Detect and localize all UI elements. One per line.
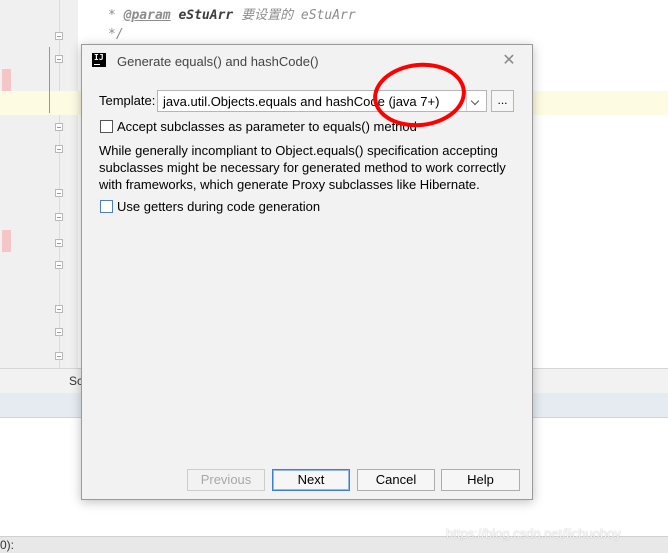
watermark: https://blog.csdn.net/lichuoboy <box>446 526 621 541</box>
accept-subclasses-label[interactable]: Accept subclasses as parameter to equals… <box>117 119 417 134</box>
javadoc-tag: @param <box>123 8 171 23</box>
fold-marker[interactable] <box>55 239 63 247</box>
cancel-button[interactable]: Cancel <box>357 469 435 491</box>
generate-equals-dialog: IJ Generate equals() and hashCode() ✕ Te… <box>81 44 533 500</box>
editor-gutter <box>0 0 78 368</box>
accept-subclasses-checkbox[interactable] <box>100 120 113 133</box>
fold-marker[interactable] <box>55 145 63 153</box>
template-label: Template: <box>99 93 156 108</box>
editor-caret-bar <box>49 47 50 113</box>
use-getters-label[interactable]: Use getters during code generation <box>117 199 320 214</box>
fold-marker[interactable] <box>55 213 63 221</box>
fold-marker[interactable] <box>55 189 63 197</box>
intellij-icon: IJ <box>92 53 106 67</box>
code-line[interactable]: */ <box>108 27 124 42</box>
fold-marker[interactable] <box>55 328 63 336</box>
dialog-title-bar[interactable]: IJ Generate equals() and hashCode() ✕ <box>82 45 532 77</box>
next-button[interactable]: Next <box>272 469 350 491</box>
template-select[interactable]: java.util.Objects.equals and hashCode (j… <box>157 90 487 112</box>
change-marker <box>2 230 11 252</box>
subclasses-info-text: While generally incompliant to Object.eq… <box>99 143 506 192</box>
browse-templates-button[interactable]: ... <box>491 90 514 112</box>
fold-marker[interactable] <box>55 55 63 63</box>
fold-marker[interactable] <box>55 305 63 313</box>
javadoc-param: eStuArr <box>178 8 234 23</box>
fold-marker[interactable] <box>55 32 63 40</box>
template-select-value: java.util.Objects.equals and hashCode (j… <box>163 94 440 109</box>
previous-button[interactable]: Previous <box>187 469 265 491</box>
status-text: 0): <box>0 538 15 552</box>
chevron-down-icon[interactable] <box>466 91 486 111</box>
help-button[interactable]: Help <box>441 469 520 491</box>
fold-marker[interactable] <box>55 123 63 131</box>
fold-marker[interactable] <box>55 261 63 269</box>
fold-marker[interactable] <box>55 352 63 360</box>
use-getters-checkbox[interactable] <box>100 200 113 213</box>
code-line[interactable]: * @param eStuArr 要设置的 eStuArr <box>108 4 356 23</box>
close-icon[interactable]: ✕ <box>498 50 520 72</box>
dialog-title: Generate equals() and hashCode() <box>117 54 319 69</box>
